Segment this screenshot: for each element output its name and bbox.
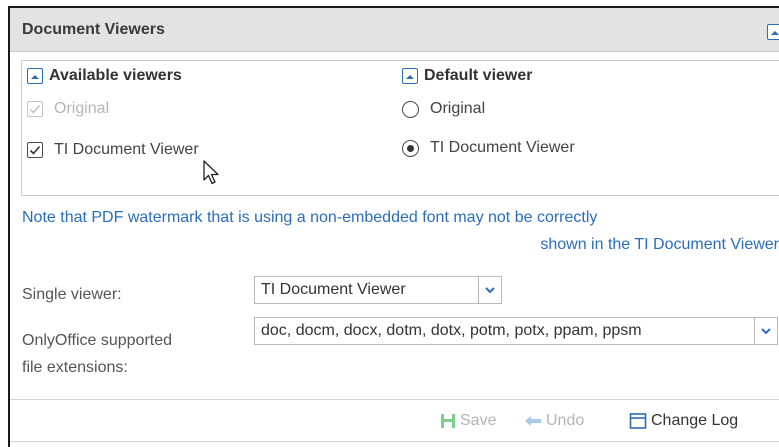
collapse-available-button[interactable] [27, 68, 43, 84]
chevron-down-icon [761, 327, 771, 334]
default-viewer-title: Default viewer [424, 67, 533, 84]
available-viewers-title: Available viewers [49, 67, 182, 84]
pdf-watermark-note: Note that PDF watermark that is using a … [10, 204, 779, 258]
onlyoffice-extensions-value: doc, docm, docx, dotm, dotx, potm, potx,… [261, 322, 642, 339]
bottom-divider [10, 441, 779, 442]
change-log-label: Change Log [651, 412, 739, 429]
ti-viewer-default-label[interactable]: TI Document Viewer [430, 139, 575, 157]
chevron-up-icon [31, 74, 39, 79]
dropdown-arrow[interactable] [478, 276, 502, 304]
dropdown-arrow[interactable] [754, 317, 778, 345]
undo-label: Undo [546, 412, 585, 429]
onlyoffice-label-line-2: file extensions: [22, 359, 128, 376]
onlyoffice-extensions-select[interactable]: doc, docm, docx, dotm, dotx, potm, potx,… [254, 317, 778, 345]
note-line-1: Note that PDF watermark that is using a … [22, 209, 598, 226]
chevron-up-icon [406, 74, 414, 79]
save-icon [441, 414, 455, 428]
radio-selected-dot [406, 144, 414, 152]
collapse-panel-button[interactable] [767, 24, 779, 40]
ti-viewer-default-radio[interactable] [402, 140, 419, 157]
ti-viewer-available-label[interactable]: TI Document Viewer [54, 141, 199, 159]
checkmark-icon [29, 145, 41, 155]
single-viewer-select[interactable]: TI Document Viewer [254, 276, 502, 304]
document-viewers-panel: Document Viewers Available viewers Origi… [8, 6, 779, 447]
panel-title: Document Viewers [22, 21, 165, 38]
change-log-button[interactable]: Change Log [629, 412, 738, 430]
mouse-cursor-icon [203, 160, 219, 185]
ti-viewer-available-checkbox[interactable] [27, 142, 43, 158]
original-available-label: Original [54, 100, 110, 117]
chevron-down-icon [485, 286, 495, 293]
original-available-checkbox [27, 101, 43, 117]
single-viewer-value: TI Document Viewer [261, 281, 406, 298]
undo-button[interactable]: Undo [524, 412, 584, 430]
save-button[interactable]: Save [440, 412, 496, 430]
undo-arrow-icon [525, 416, 541, 426]
calendar-icon [629, 413, 647, 429]
collapse-default-button[interactable] [402, 68, 418, 84]
save-label: Save [460, 412, 497, 429]
note-line-2: shown in the TI Document Viewer [540, 236, 779, 253]
footer-divider [10, 399, 779, 400]
original-default-radio[interactable] [402, 101, 419, 118]
original-default-label[interactable]: Original [430, 100, 485, 118]
onlyoffice-label-line-1: OnlyOffice supported [22, 332, 173, 349]
single-viewer-label: Single viewer: [22, 286, 122, 303]
viewers-box: Available viewers Original TI Document V… [21, 60, 779, 196]
panel-header: Document Viewers [10, 8, 779, 52]
chevron-up-icon [771, 30, 779, 35]
checkmark-icon [29, 104, 41, 114]
